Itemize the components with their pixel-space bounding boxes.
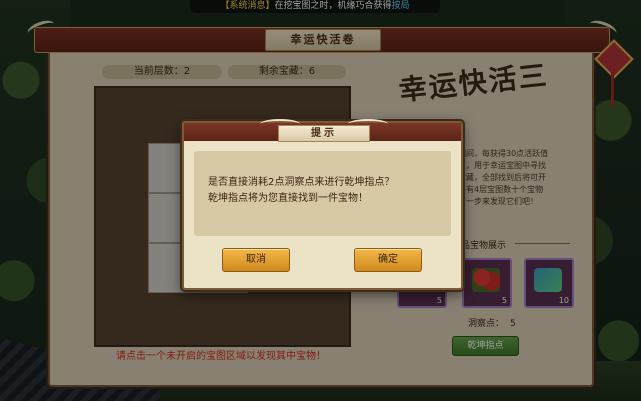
- dialog-message-line: 是否直接消耗2点洞察点来进行乾坤指点？: [208, 177, 395, 188]
- confirm-button[interactable]: 确定: [354, 248, 422, 272]
- cancel-button[interactable]: 取消: [222, 248, 290, 272]
- dialog-header: 提示: [184, 119, 461, 142]
- dialog-message-line: 乾坤指点将为您直接找到一件宝物！: [208, 193, 368, 204]
- confirm-dialog: 提示 是否直接消耗2点洞察点来进行乾坤指点？ 乾坤指点将为您直接找到一件宝物！ …: [182, 119, 463, 290]
- dialog-title: 提示: [278, 125, 370, 142]
